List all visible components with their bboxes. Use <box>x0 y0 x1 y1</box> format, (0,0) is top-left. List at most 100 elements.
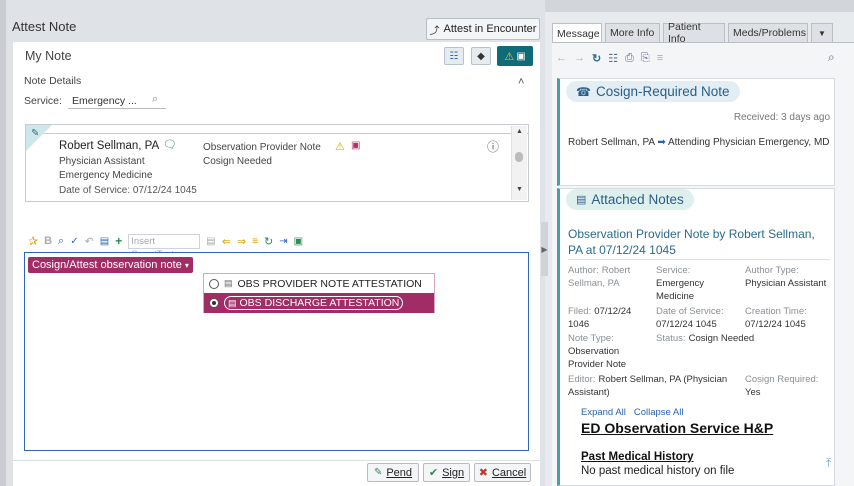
cancel-label: Cancel <box>491 466 527 479</box>
find-icon[interactable]: ⌕ <box>58 235 64 248</box>
menu-option-label: OBS DISCHARGE ATTESTATION <box>239 297 400 309</box>
radio-selected-icon[interactable] <box>209 298 219 308</box>
scroll-to-top-icon[interactable]: ⤒ <box>826 456 831 471</box>
arrow-left-icon[interactable]: ⇐ <box>222 235 231 248</box>
recipient: Attending Physician Emergency, MD <box>667 137 830 148</box>
tab-message[interactable]: Message <box>552 23 602 43</box>
link-icon[interactable]: ≡ <box>657 52 663 64</box>
author-name: Robert Sellman, PA <box>59 140 160 152</box>
meta-label: Service: <box>656 265 691 276</box>
attest-in-encounter-button[interactable]: ⤴ Attest in Encounter <box>426 18 540 40</box>
meta-status: Status: Cosign Needed <box>656 332 836 345</box>
meta-author: Author: Robert Sellman, PA <box>568 264 654 290</box>
meta-author-type: Author Type: Physician Assistant <box>745 264 835 290</box>
menu-option-obs-provider[interactable]: ▤ OBS PROVIDER NOTE ATTESTATION <box>204 274 434 293</box>
sign-button[interactable]: ✔ Sign <box>423 463 470 482</box>
author-role: Physician Assistant <box>59 156 145 167</box>
pend-label: Pend <box>386 466 413 479</box>
meta-value: Yes <box>745 387 761 398</box>
import-icon[interactable]: ⇥ <box>279 236 287 247</box>
cosign-status: Cosign Needed <box>203 156 272 167</box>
date-of-service: Date of Service: 07/12/24 1045 <box>59 185 197 196</box>
pend-icon: ✎ <box>373 467 383 478</box>
meta-creation-time: Creation Time: 07/12/24 1045 <box>745 305 835 331</box>
print-icon[interactable]: ⎙ <box>625 52 634 65</box>
document-icon[interactable]: ▣ <box>294 236 303 247</box>
add-icon[interactable]: + <box>115 234 122 248</box>
close-icon: ✖ <box>478 467 488 479</box>
tab-patient-info[interactable]: Patient Info <box>663 21 725 45</box>
list-arrow-icon[interactable]: ≡ <box>252 236 258 247</box>
cosign-attest-dropdown[interactable]: Cosign/Attest observation note ▾ <box>28 257 193 273</box>
pend-button[interactable]: ✎ Pend <box>367 463 419 482</box>
arrow-right-icon[interactable]: ⇒ <box>237 235 246 248</box>
monitor-icon: ▣ <box>516 50 526 62</box>
expand-all-link[interactable]: Expand All <box>581 407 626 418</box>
bold-icon[interactable]: B <box>44 235 52 247</box>
binoculars-icon[interactable]: ☷ <box>608 52 618 65</box>
info-stripe <box>26 125 528 134</box>
cancel-button[interactable]: ✖ Cancel <box>474 463 531 482</box>
chat-icon[interactable]: 🗨 <box>163 138 177 151</box>
meta-label: Filed: <box>568 306 592 317</box>
meta-editor: Editor: Robert Sellman, PA (Physician As… <box>568 373 740 399</box>
arrow-icon: ⤴ <box>429 25 440 37</box>
note-icon: ▤ <box>224 278 233 288</box>
note-heading[interactable]: Observation Provider Note by Robert Sell… <box>568 226 830 258</box>
scroll-thumb[interactable] <box>515 152 523 162</box>
panel-splitter[interactable]: ▶ <box>541 222 548 276</box>
undo-icon[interactable]: ↶ <box>85 235 94 248</box>
check-icon: ✔ <box>428 467 439 479</box>
phone-icon: ☎ <box>576 84 591 99</box>
smartlist-icon[interactable]: ▤ <box>206 236 215 247</box>
pmh-text: No past medical history on file <box>581 465 735 477</box>
note-type: Observation Provider Note <box>203 142 321 153</box>
tab-meds-problems[interactable]: Meds/Problems <box>728 23 808 42</box>
meta-value: 07/12/24 1045 <box>745 319 806 330</box>
meta-value: Observation Provider Note <box>568 346 627 370</box>
tag-button[interactable]: ◆ <box>471 47 491 65</box>
back-icon[interactable]: ← <box>556 52 567 64</box>
meta-value: Emergency Medicine <box>656 278 705 302</box>
note-icon: ▤ <box>576 194 587 206</box>
warning-monitor-button[interactable]: ⚠ ▣ <box>497 46 533 66</box>
scroll-down-icon[interactable]: ▼ <box>516 186 523 193</box>
collapse-icon[interactable]: ˄ <box>518 76 524 88</box>
tab-more-dropdown[interactable]: ▼ <box>811 23 833 42</box>
scroll-up-icon[interactable]: ▲ <box>516 128 523 135</box>
attest-in-encounter-label: Attest in Encounter <box>443 23 537 35</box>
refresh-icon[interactable]: ↻ <box>592 52 601 65</box>
info-icon[interactable]: ⓘ <box>487 138 499 155</box>
insert-smarttext-input[interactable]: Insert SmartText <box>128 233 201 260</box>
meta-label: Status: <box>656 333 686 344</box>
meta-value: Cosign Needed <box>688 333 755 344</box>
insert-icon[interactable]: ▤ <box>100 236 109 247</box>
radio-icon[interactable] <box>209 278 219 289</box>
meta-label: Creation Time: <box>745 306 807 317</box>
info-scrollbar[interactable]: ▲ ▼ <box>511 126 527 200</box>
message-toolbar: ← → ↻ ☷ ⎙ ⎘ ≡ <box>556 50 663 66</box>
split-view-button[interactable]: ☷ <box>444 47 464 65</box>
sign-label: Sign <box>442 466 465 479</box>
collapse-all-link[interactable]: Collapse All <box>634 407 684 418</box>
spellcheck-icon[interactable]: ✓ <box>70 236 78 247</box>
menu-option-obs-discharge[interactable]: ▤ OBS DISCHARGE ATTESTATION <box>204 293 434 313</box>
note-info-box: ✎ Robert Sellman, PA 🗨 Physician Assista… <box>25 124 529 202</box>
card-title: Cosign-Required Note <box>595 84 730 99</box>
meta-note-type: Note Type: Observation Provider Note <box>568 332 654 371</box>
copy-icon[interactable]: ⎘ <box>641 52 650 65</box>
tab-more-info[interactable]: More Info <box>605 23 660 42</box>
meta-filed: Filed: 07/12/24 1046 <box>568 305 654 331</box>
selected-option-outline: ▤ OBS DISCHARGE ATTESTATION <box>224 296 404 310</box>
cosign-required-card: ☎ Cosign-Required Note Received: 3 days a… <box>557 78 835 186</box>
attached-notes-card: ▤ Attached Notes Observation Provider Not… <box>557 188 835 486</box>
forward-icon[interactable]: → <box>574 52 585 64</box>
card-title: Attached Notes <box>591 192 684 207</box>
search-icon[interactable]: ⌕ <box>828 50 835 65</box>
tag-icon: ◆ <box>477 50 485 62</box>
refresh-icon[interactable]: ↻ <box>264 235 273 248</box>
card-title-pill: ☎ Cosign-Required Note <box>566 81 740 102</box>
star-icon[interactable]: ✰ <box>28 234 38 248</box>
note-icon: ▤ <box>228 297 237 308</box>
search-icon[interactable]: ⌕ <box>152 93 158 106</box>
